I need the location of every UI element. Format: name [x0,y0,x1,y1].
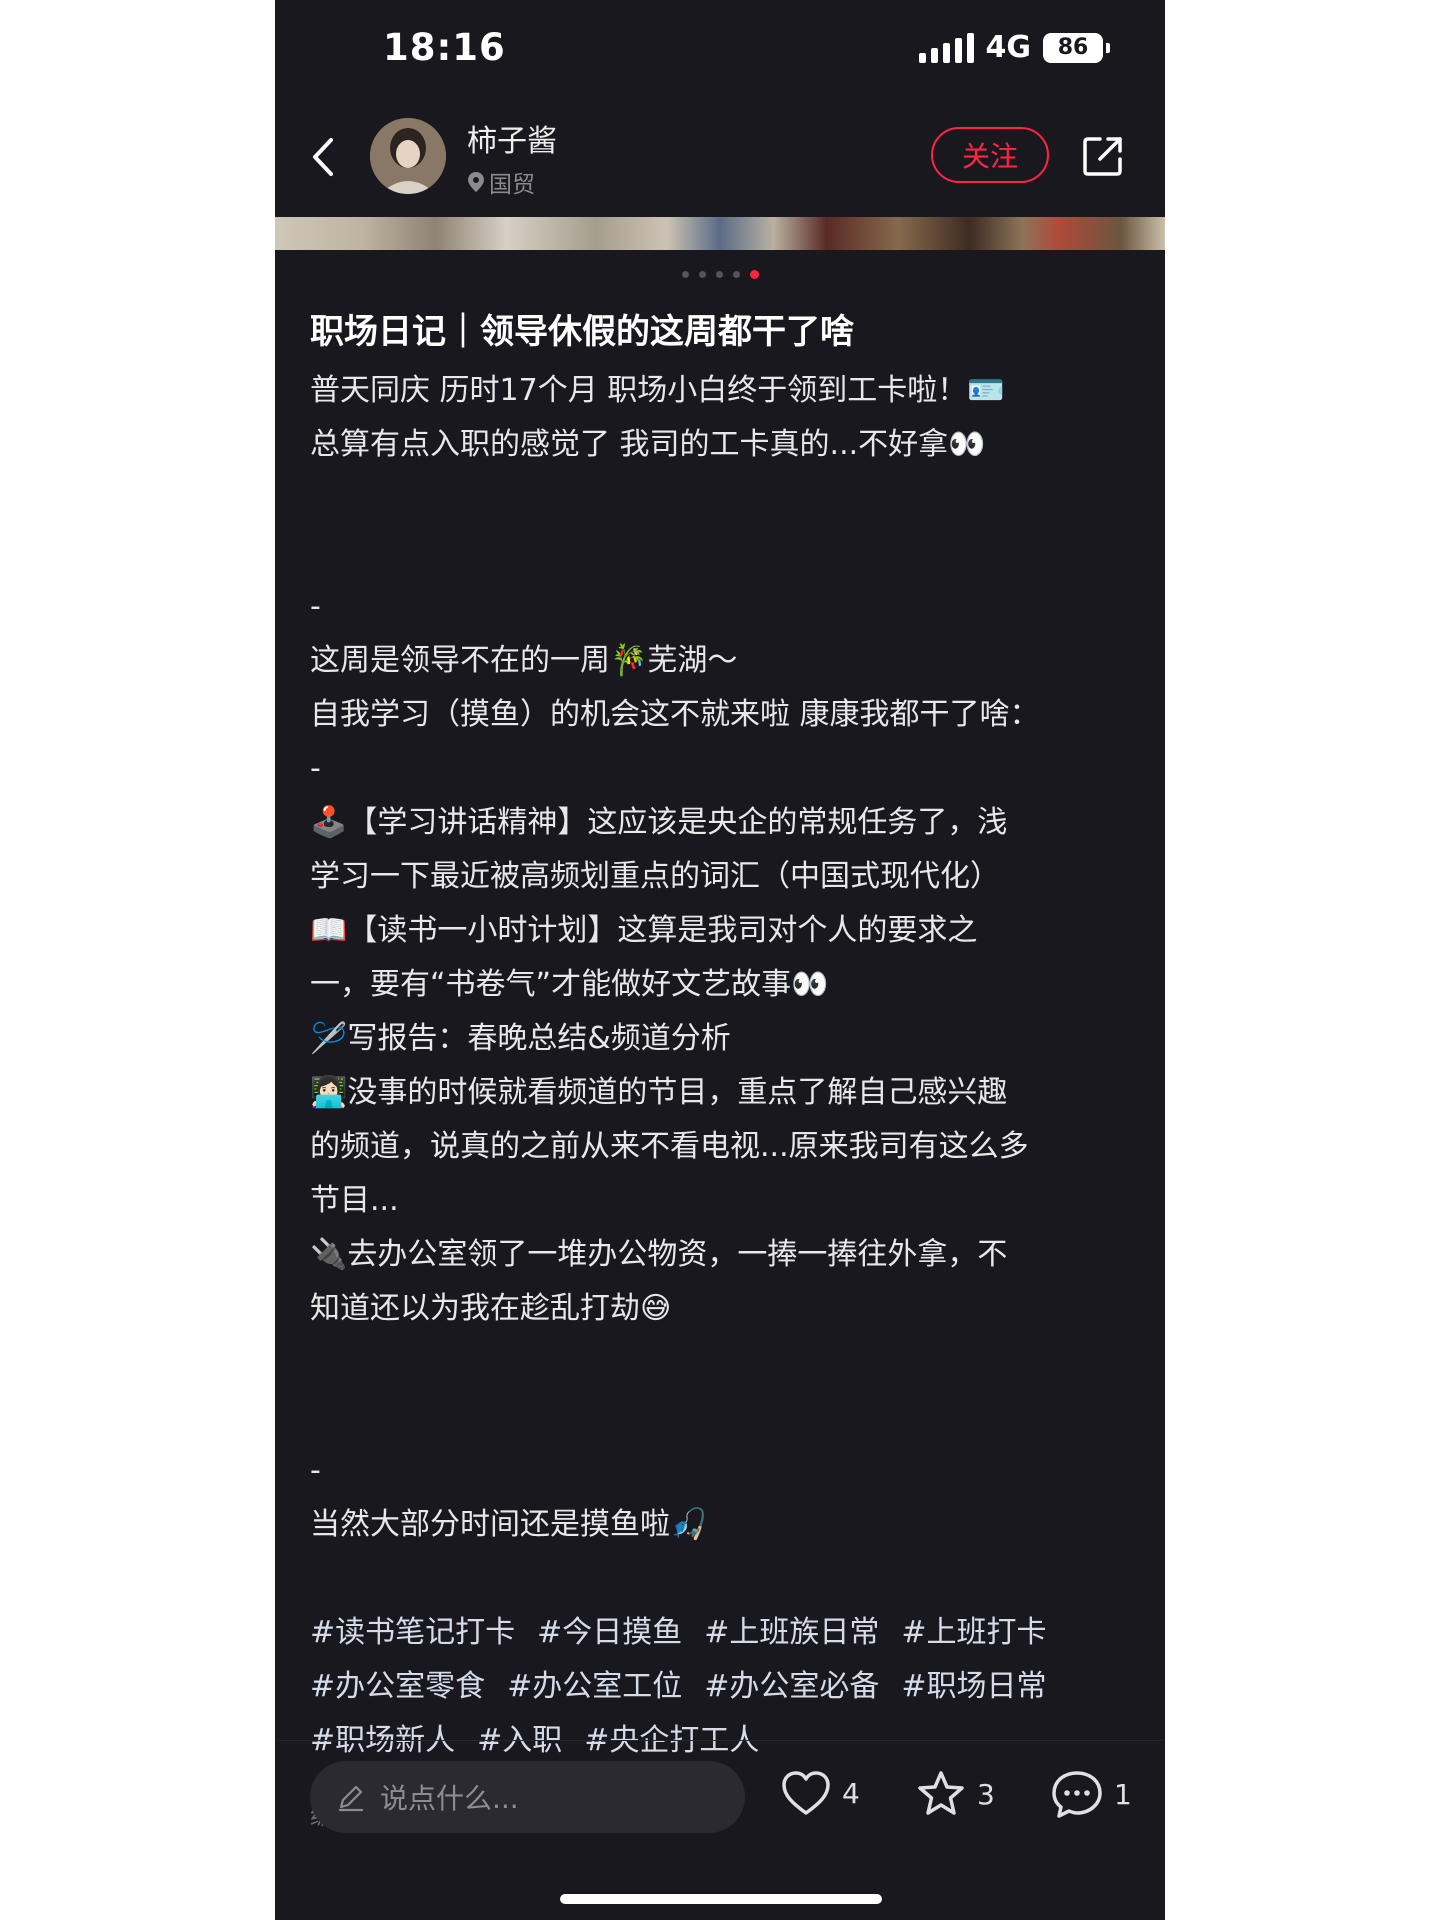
phone-screen: 18:16 4G 86 柿子酱 国贸 关注 职场日记｜领导休假的这周都干了啥 普… [275,0,1165,1920]
post-line: - [310,751,321,786]
post-line: - [310,589,321,624]
post-line: 🔌去办公室领了一堆办公物资，一捧一捧往外拿，不 [310,1237,1008,1272]
post-line: - [310,1453,321,1488]
pencil-icon [338,1785,364,1812]
post-line: 普天同庆 历时17个月 职场小白终于领到工卡啦！🪪 [310,373,1005,408]
author-location: 国贸 [467,165,535,199]
favorite-count: 3 [977,1777,995,1811]
hashtag[interactable]: #读书笔记打卡 [310,1615,515,1650]
follow-button[interactable]: 关注 [931,127,1049,183]
bottom-action-bar: 说点什么... 4 3 1 [275,1740,1165,1861]
post-line: 节目... [310,1183,399,1218]
post-line: 👩🏻‍💻没事的时候就看频道的节目，重点了解自己感兴趣 [310,1075,1008,1110]
comment-placeholder: 说点什么... [380,1782,519,1815]
signal-icon [918,32,974,63]
post-title: 职场日记｜领导休假的这周都干了啥 [310,312,854,352]
carousel-dot-active [749,270,759,279]
favorite-button[interactable]: 3 [915,1769,995,1819]
post-line: 🕹️【学习讲话精神】这应该是央企的常规任务了，浅 [310,805,1008,840]
post-line: 的频道，说真的之前从来不看电视...原来我司有这么多 [310,1129,1029,1164]
star-icon [918,1771,964,1815]
avatar[interactable] [370,118,446,194]
battery-level: 86 [1057,35,1089,60]
battery-icon: 86 [1043,32,1110,63]
heart-icon [782,1771,830,1815]
comment-button[interactable]: 1 [1050,1769,1132,1819]
back-icon[interactable] [303,132,343,182]
post-line [310,472,1130,526]
like-button[interactable]: 4 [780,1769,860,1817]
location-pin-icon [468,172,484,192]
hashtag[interactable]: #上班打卡 [901,1615,1046,1650]
post-content: 职场日记｜领导休假的这周都干了啥 普天同庆 历时17个月 职场小白终于领到工卡啦… [310,300,1130,1831]
like-count: 4 [842,1776,860,1810]
hashtag[interactable]: #上班族日常 [704,1615,879,1650]
post-line [310,526,1130,580]
post-line: 自我学习（摸鱼）的机会这不就来啦 康康我都干了啥： [310,697,1040,732]
post-line [310,1552,1130,1606]
post-line [310,1390,1130,1444]
post-line: 一，要有“书卷气”才能做好文艺故事👀 [310,967,829,1002]
avatar-image [370,118,446,194]
carousel-dot [698,271,706,278]
tag-row: #办公室零食 #办公室工位 #办公室必备 #职场日常 [310,1660,1130,1714]
share-icon[interactable] [1080,133,1126,179]
hashtag[interactable]: #办公室零食 [310,1669,485,1704]
post-line: 当然大部分时间还是摸鱼啦🎣 [310,1507,708,1542]
post-body: 普天同庆 历时17个月 职场小白终于领到工卡啦！🪪 总算有点入职的感觉了 我司的… [310,364,1130,1606]
hashtag[interactable]: #今日摸鱼 [537,1615,682,1650]
post-line: 知道还以为我在趁乱打劫😅 [310,1291,672,1326]
post-line: 📖【读书一小时计划】这算是我司对个人的要求之 [310,913,978,948]
hashtag[interactable]: #办公室必备 [704,1669,879,1704]
carousel-dot [732,271,740,278]
carousel-dot [681,271,689,278]
location-label: 国贸 [489,172,535,198]
comment-input[interactable]: 说点什么... [310,1761,745,1833]
post-line: 🪡写报告：春晚总结&频道分析 [310,1021,731,1056]
hashtag[interactable]: #办公室工位 [507,1669,682,1704]
status-time: 18:16 [383,26,506,69]
carousel-dot [715,271,723,278]
carousel-indicator [275,270,1165,279]
post-line: 这周是领导不在的一周🎋芜湖～ [310,643,738,678]
comment-count: 1 [1114,1777,1132,1811]
post-image[interactable] [275,217,1165,250]
hashtag[interactable]: #职场日常 [901,1669,1046,1704]
tag-row: #读书笔记打卡 #今日摸鱼 #上班族日常 #上班打卡 [310,1606,1130,1660]
post-line [310,1336,1130,1390]
post-line: 学习一下最近被高频划重点的词汇（中国式现代化） [310,859,1000,894]
home-indicator[interactable] [560,1894,882,1904]
network-label: 4G [985,30,1032,65]
author-name[interactable]: 柿子酱 [467,116,557,160]
status-indicators: 4G 86 [918,30,1110,65]
post-line: 总算有点入职的感觉了 我司的工卡真的...不好拿👀 [310,427,986,462]
comment-icon [1052,1771,1102,1818]
